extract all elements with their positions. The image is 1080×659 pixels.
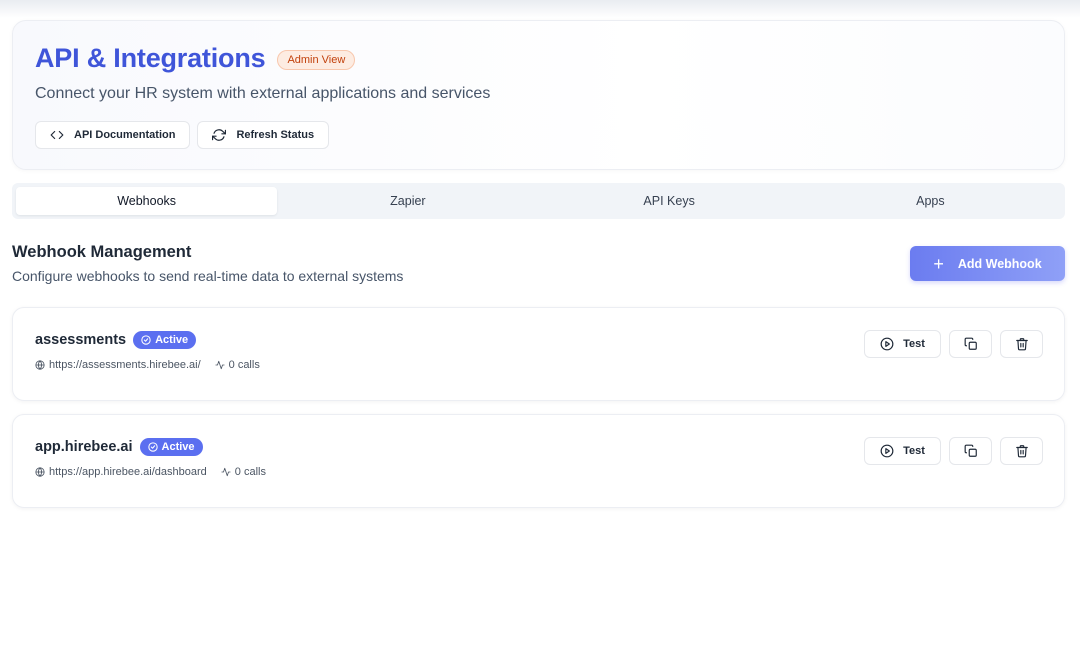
code-icon [50,130,64,140]
check-circle-icon [147,442,158,452]
status-badge: Active [133,331,197,349]
tab-webhooks[interactable]: Webhooks [16,187,278,215]
plus-icon: + [933,253,944,274]
section-title: Webhook Management [12,243,192,261]
copy-button[interactable] [949,330,992,358]
status-label: Active [155,334,189,346]
copy-button[interactable] [949,437,992,465]
section-subtitle: Configure webhooks to send real-time dat… [12,268,404,284]
globe-icon [35,467,45,477]
play-circle-icon [880,337,894,351]
test-label: Test [903,445,925,457]
webhook-meta: https://assessments.hirebee.ai/ 0 calls [35,359,260,371]
add-webhook-button[interactable]: + Add Webhook [910,246,1065,281]
page-title: API & Integrations [35,43,266,73]
refresh-status-button[interactable]: Refresh Status [197,121,330,149]
trash-icon [1015,445,1028,458]
activity-icon [215,360,225,370]
webhook-actions: Test [864,330,1043,358]
webhook-url: https://app.hirebee.ai/dashboard [49,466,207,478]
tab-zapier[interactable]: Zapier [277,187,538,215]
activity-icon [221,467,231,477]
webhook-url: https://assessments.hirebee.ai/ [49,359,201,371]
add-webhook-label: Add Webhook [957,256,1042,271]
status-label: Active [161,441,195,453]
api-documentation-button[interactable]: API Documentation [35,121,191,149]
copy-icon [964,337,977,350]
webhook-card: app.hirebee.ai Active https://app.hirebe… [12,414,1065,508]
webhook-calls: 0 calls [228,359,260,371]
refresh-icon [212,129,227,141]
check-circle-icon [141,335,151,345]
tab-apps[interactable]: Apps [800,187,1061,215]
top-shadow [0,0,1080,18]
webhook-name-row: assessments Active [35,331,197,349]
delete-button[interactable] [1000,437,1043,465]
globe-icon [35,360,45,370]
webhook-meta: https://app.hirebee.ai/dashboard 0 calls [35,466,266,478]
admin-view-badge: Admin View [277,49,356,70]
status-badge: Active [139,438,203,456]
refresh-status-label: Refresh Status [236,129,315,141]
trash-icon [1015,338,1028,351]
header-actions: API Documentation Refresh Status [35,121,330,149]
api-documentation-label: API Documentation [74,129,176,141]
integration-tabs: Webhooks Zapier API Keys Apps [12,183,1065,219]
test-label: Test [903,338,925,350]
webhook-name: app.hirebee.ai [35,439,133,455]
header-card: API & Integrations Admin View Connect yo… [12,20,1065,170]
webhook-calls: 0 calls [234,466,266,478]
webhook-name-row: app.hirebee.ai Active [35,438,203,456]
delete-button[interactable] [1000,330,1043,358]
title-row: API & Integrations Admin View [35,43,356,74]
copy-icon [964,444,977,457]
webhook-name: assessments [35,332,127,348]
page-subtitle: Connect your HR system with external app… [35,85,491,102]
test-button[interactable]: Test [864,437,941,465]
test-button[interactable]: Test [864,330,941,358]
webhook-card: assessments Active https://assessments.h… [12,307,1065,401]
tab-api-keys[interactable]: API Keys [539,187,800,215]
webhook-actions: Test [864,437,1043,465]
play-circle-icon [880,444,894,458]
